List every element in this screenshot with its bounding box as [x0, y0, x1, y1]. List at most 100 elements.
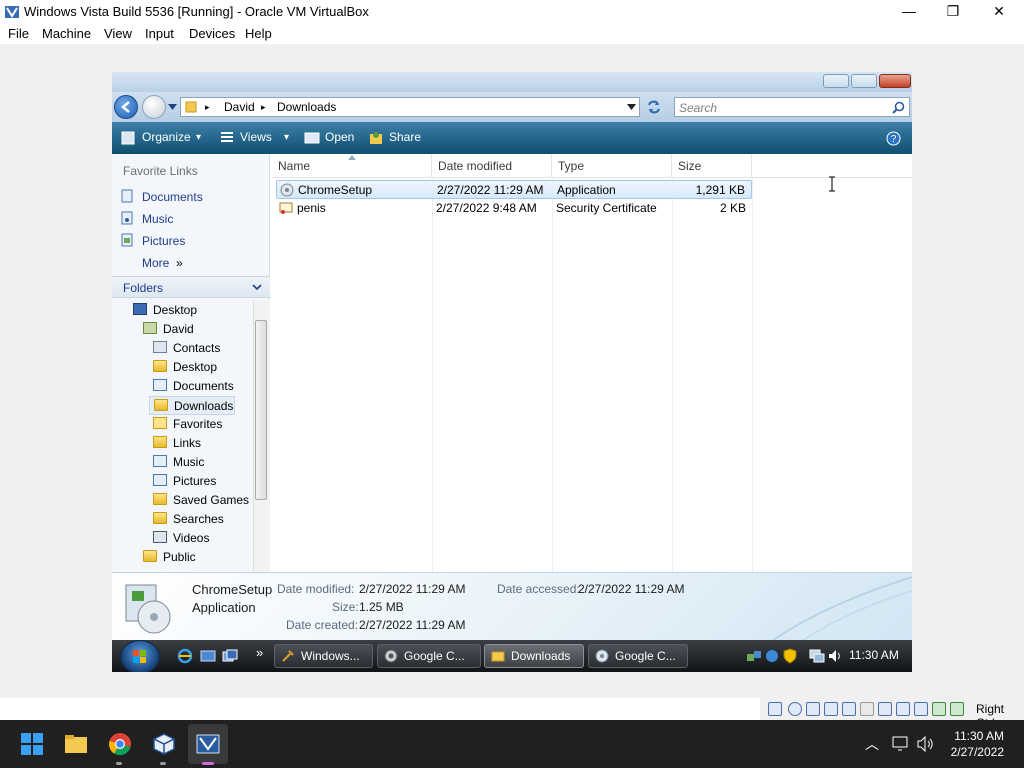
optical-drive-status-icon[interactable] [788, 702, 802, 716]
file-row-penis[interactable]: penis 2/27/2022 9:48 AM Security Certifi… [276, 199, 752, 218]
details-date-created: 2/27/2022 11:29 AM [359, 618, 466, 632]
taskbar-button-downloads[interactable]: Downloads [484, 644, 584, 668]
tree-item-desktop[interactable]: Desktop [153, 358, 217, 377]
organize-button[interactable]: Organize [142, 130, 191, 144]
views-button[interactable]: Views [240, 130, 272, 144]
back-button[interactable] [114, 95, 138, 119]
tree-item-documents[interactable]: Documents [153, 377, 234, 396]
network-tray-icon[interactable] [746, 648, 762, 664]
file-row-chromesetup[interactable]: ChromeSetup 2/27/2022 11:29 AM Applicati… [276, 180, 752, 199]
breadcrumb-david[interactable]: David [224, 100, 255, 114]
security-shield-icon[interactable] [782, 648, 798, 664]
volume-icon[interactable] [827, 648, 843, 664]
start-button[interactable] [120, 640, 160, 672]
show-desktop-icon[interactable] [200, 648, 216, 664]
folders-header[interactable]: Folders [112, 276, 270, 298]
tree-item-searches[interactable]: Searches [153, 510, 224, 529]
tree-item-pictures[interactable]: Pictures [153, 472, 216, 491]
menu-machine[interactable]: Machine [42, 26, 91, 41]
menu-input[interactable]: Input [145, 26, 174, 41]
file-list[interactable]: Name Date modified Type Size ChromeSetup… [272, 154, 912, 572]
audio-status-icon[interactable] [806, 702, 820, 716]
speaker-icon[interactable] [917, 736, 935, 752]
tree-item-contacts[interactable]: Contacts [153, 339, 220, 358]
taskbar-button-google-chrome-setup[interactable]: Google C... [588, 644, 688, 668]
more-links[interactable]: More [142, 256, 169, 270]
recent-pages-chevron-icon[interactable] [168, 103, 177, 111]
shared-folders-status-icon[interactable] [860, 702, 874, 716]
address-bar[interactable]: ▸ David ▸ Downloads [180, 97, 640, 117]
menu-devices[interactable]: Devices [189, 26, 235, 41]
folder-icon [143, 550, 157, 562]
internet-explorer-icon[interactable] [177, 648, 193, 664]
organize-dropdown-icon[interactable]: ▾ [196, 132, 201, 143]
virtualization-status-icon[interactable] [914, 702, 928, 716]
folders-collapse-icon[interactable] [252, 284, 262, 291]
keyboard-capture-status-icon[interactable] [950, 702, 964, 716]
guest-screen[interactable]: ▸ David ▸ Downloads Search Organize ▾ Vi… [112, 72, 912, 672]
tree-item-public[interactable]: Public [143, 548, 196, 567]
windows-start-icon[interactable] [20, 732, 44, 756]
menu-view[interactable]: View [104, 26, 132, 41]
taskbar-button-google-chrome[interactable]: Google C... [377, 644, 481, 668]
tree-item-links[interactable]: Links [153, 434, 201, 453]
tree-item-desktop-root[interactable]: Desktop [133, 301, 197, 320]
network-connection-icon[interactable] [809, 648, 825, 664]
display-status-icon[interactable] [878, 702, 892, 716]
tray-chevron-icon[interactable]: ︿ [865, 734, 879, 754]
video-capture-status-icon[interactable] [896, 702, 910, 716]
details-date-created-label: Date created: [286, 618, 359, 632]
help-icon[interactable]: ? [886, 131, 901, 146]
taskbar-active-app-highlight[interactable] [188, 724, 228, 765]
favorite-link-documents[interactable]: Documents [142, 190, 203, 204]
chrome-icon[interactable] [108, 732, 132, 756]
menu-file[interactable]: File [8, 26, 29, 41]
column-date-modified[interactable]: Date modified [432, 154, 552, 178]
host-clock[interactable]: 11:30 AM 2/27/2022 [951, 728, 1004, 760]
tree-item-saved-games[interactable]: Saved Games [153, 491, 249, 510]
forward-button[interactable] [142, 95, 166, 119]
column-size[interactable]: Size [672, 154, 752, 178]
switch-windows-icon[interactable] [222, 648, 238, 664]
close-button[interactable]: ✕ [976, 0, 1022, 24]
menu-help[interactable]: Help [245, 26, 272, 41]
network-icon[interactable] [892, 736, 910, 752]
search-icon[interactable] [892, 101, 905, 114]
favorite-link-pictures[interactable]: Pictures [142, 234, 185, 248]
guest-clock[interactable]: 11:30 AM [849, 648, 899, 662]
refresh-icon[interactable] [646, 99, 662, 115]
hard-disk-status-icon[interactable] [768, 702, 782, 716]
address-dropdown-icon[interactable] [627, 104, 636, 111]
search-input[interactable]: Search [674, 97, 910, 117]
favorites-icon [153, 417, 167, 429]
breadcrumb-downloads[interactable]: Downloads [277, 100, 336, 114]
tree-scrollbar-thumb[interactable] [255, 320, 267, 500]
explorer-maximize-button[interactable] [851, 74, 877, 88]
taskbar-button-windows[interactable]: Windows... [274, 644, 373, 668]
explorer-minimize-button[interactable] [823, 74, 849, 88]
tree-item-favorites[interactable]: Favorites [153, 415, 222, 434]
windows-update-tray-icon[interactable] [764, 648, 780, 664]
tree-item-videos[interactable]: Videos [153, 529, 209, 548]
tree-item-downloads[interactable]: Downloads [149, 396, 235, 415]
share-button[interactable]: Share [389, 130, 421, 144]
favorite-links-title: Favorite Links [123, 164, 198, 178]
usb-status-icon[interactable] [842, 702, 856, 716]
open-button[interactable]: Open [325, 130, 354, 144]
favorite-link-music[interactable]: Music [142, 212, 173, 226]
details-file-type: Application [192, 600, 256, 615]
mouse-integration-status-icon[interactable] [932, 702, 946, 716]
quick-launch-chevron-icon[interactable]: » [256, 645, 263, 660]
tree-item-david[interactable]: David [143, 320, 194, 339]
column-type[interactable]: Type [552, 154, 672, 178]
details-file-name: ChromeSetup [192, 582, 273, 597]
tree-item-music[interactable]: Music [153, 453, 204, 472]
views-dropdown-icon[interactable]: ▾ [284, 132, 289, 143]
restore-button[interactable]: ❐ [930, 0, 976, 24]
minimize-button[interactable]: — [886, 0, 932, 24]
file-explorer-icon[interactable] [64, 732, 88, 756]
network-status-icon[interactable] [824, 702, 838, 716]
virtualbox-cube-icon[interactable] [152, 732, 176, 756]
more-chevron-icon[interactable]: » [176, 256, 183, 270]
explorer-close-button[interactable] [879, 74, 911, 88]
